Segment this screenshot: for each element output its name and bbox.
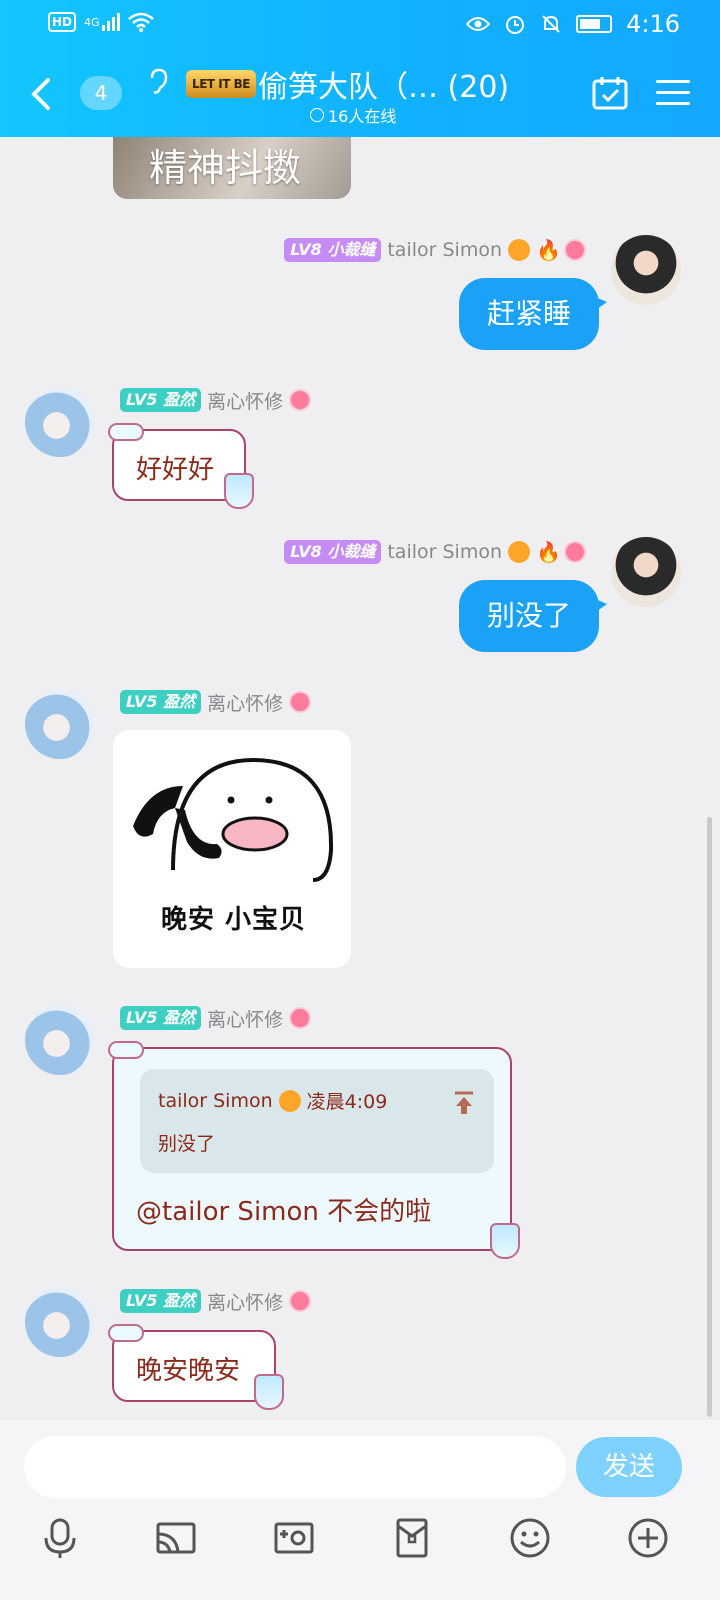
avatar[interactable] [25, 1005, 95, 1075]
chat-header: HD 4G 4:16 4 LET IT BE 偷笋大队（… (20) 16人在线 [0, 0, 720, 137]
goggles-decoration-icon [108, 1324, 144, 1342]
fire-icon: 🔥 [536, 540, 561, 564]
level-badge: LV5 盈然 [120, 1289, 202, 1313]
flower-icon [289, 691, 312, 713]
orange-icon [508, 541, 530, 563]
clock: 4:16 [626, 10, 680, 38]
group-title[interactable]: 偷笋大队（… (20) [258, 62, 509, 106]
reply-message-bubble[interactable]: tailor Simon 凌晨4:09 别没了 @tailor Simon 不会… [108, 1041, 520, 1259]
input-panel: 发送 [0, 1420, 720, 1600]
status-bar: HD 4G 4:16 [0, 0, 720, 48]
online-indicator-icon [310, 108, 324, 122]
message-bubble[interactable]: 赶紧睡 [459, 278, 608, 350]
bottle-decoration-icon [224, 473, 254, 509]
message-bubble[interactable]: 别没了 [459, 580, 608, 652]
flower-icon [289, 389, 312, 411]
network-label: 4G [84, 15, 100, 29]
alarm-icon [506, 16, 525, 34]
calendar-check-icon[interactable] [592, 76, 628, 110]
microphone-icon[interactable] [38, 1516, 82, 1560]
avatar[interactable] [25, 1287, 95, 1357]
sender-name[interactable]: 离心怀修 [207, 387, 283, 414]
signal-icon [101, 13, 120, 31]
jump-to-original-icon[interactable] [454, 1091, 474, 1115]
avatar[interactable] [25, 387, 95, 457]
online-count: 16人在线 [328, 107, 397, 126]
level-badge: LV8 小裁缝 [284, 238, 382, 262]
quoted-message[interactable]: tailor Simon 凌晨4:09 别没了 [140, 1069, 494, 1173]
menu-icon[interactable] [656, 80, 690, 106]
message-bubble[interactable]: 好好好 [108, 423, 254, 509]
quote-text: 别没了 [158, 1133, 216, 1155]
sender-name[interactable]: 离心怀修 [207, 689, 283, 716]
sender-line: LV8 小裁缝 tailor Simon 🔥 [284, 539, 586, 565]
sender-line: LV5 盈然 离心怀修 [120, 1005, 312, 1032]
phone-blob-sticker-icon [133, 757, 334, 882]
unread-count-badge[interactable]: 4 [80, 76, 122, 110]
plus-icon[interactable] [626, 1516, 670, 1560]
level-badge: LV5 盈然 [120, 1006, 202, 1030]
level-badge: LV8 小裁缝 [284, 540, 382, 564]
online-status: 16人在线 [310, 103, 396, 127]
photo-icon[interactable] [272, 1516, 316, 1560]
orange-icon [278, 1089, 301, 1112]
sender-name[interactable]: 离心怀修 [207, 1288, 283, 1315]
sender-name[interactable]: tailor Simon [387, 541, 502, 563]
flower-icon [289, 1290, 312, 1312]
sender-name[interactable]: 离心怀修 [207, 1005, 283, 1032]
battery-icon [576, 15, 613, 33]
message-text: @tailor Simon 不会的啦 [136, 1197, 432, 1227]
message-input[interactable] [24, 1436, 566, 1498]
sender-line: LV5 盈然 离心怀修 [120, 1288, 312, 1315]
avatar[interactable] [611, 537, 681, 607]
sender-line: LV5 盈然 离心怀修 [120, 387, 312, 414]
sticker-message[interactable]: 晚安 小宝贝 [113, 730, 351, 968]
screen-cast-icon[interactable] [154, 1516, 198, 1560]
avatar[interactable] [611, 235, 681, 305]
sender-line: LV5 盈然 离心怀修 [120, 689, 312, 716]
bottle-decoration-icon [254, 1374, 284, 1410]
fire-icon: 🔥 [536, 238, 561, 262]
orange-icon [508, 239, 530, 261]
send-button[interactable]: 发送 [576, 1437, 682, 1497]
emoji-icon[interactable] [508, 1516, 552, 1560]
group-logo: LET IT BE [186, 70, 256, 98]
quote-author: tailor Simon [158, 1089, 273, 1112]
mute-bell-icon [542, 15, 560, 33]
goggles-decoration-icon [108, 423, 144, 441]
scrollbar[interactable] [707, 817, 712, 1417]
bottle-decoration-icon [490, 1223, 520, 1259]
avatar[interactable] [25, 689, 95, 759]
ear-icon[interactable] [148, 68, 168, 96]
hd-indicator: HD [48, 12, 77, 32]
flower-icon [564, 239, 586, 261]
back-arrow-icon[interactable] [28, 76, 52, 112]
flower-icon [564, 541, 586, 563]
message-bubble[interactable]: 晚安晚安 [108, 1324, 284, 1410]
eye-icon [466, 17, 491, 31]
red-packet-icon[interactable] [390, 1516, 434, 1560]
message-list[interactable]: 精神抖擞 LV8 小裁缝 tailor Simon 🔥 赶紧睡 LV5 盈然 离… [0, 137, 720, 1420]
wifi-icon [127, 12, 154, 32]
level-badge: LV5 盈然 [120, 690, 202, 714]
image-message[interactable]: 精神抖擞 [113, 137, 351, 199]
sender-name[interactable]: tailor Simon [387, 239, 502, 261]
sender-line: LV8 小裁缝 tailor Simon 🔥 [284, 237, 586, 263]
sticker-caption: 晚安 小宝贝 [161, 905, 307, 935]
quote-time: 凌晨4:09 [306, 1091, 388, 1113]
level-badge: LV5 盈然 [120, 388, 202, 412]
goggles-decoration-icon [108, 1041, 144, 1059]
flower-icon [289, 1007, 312, 1029]
